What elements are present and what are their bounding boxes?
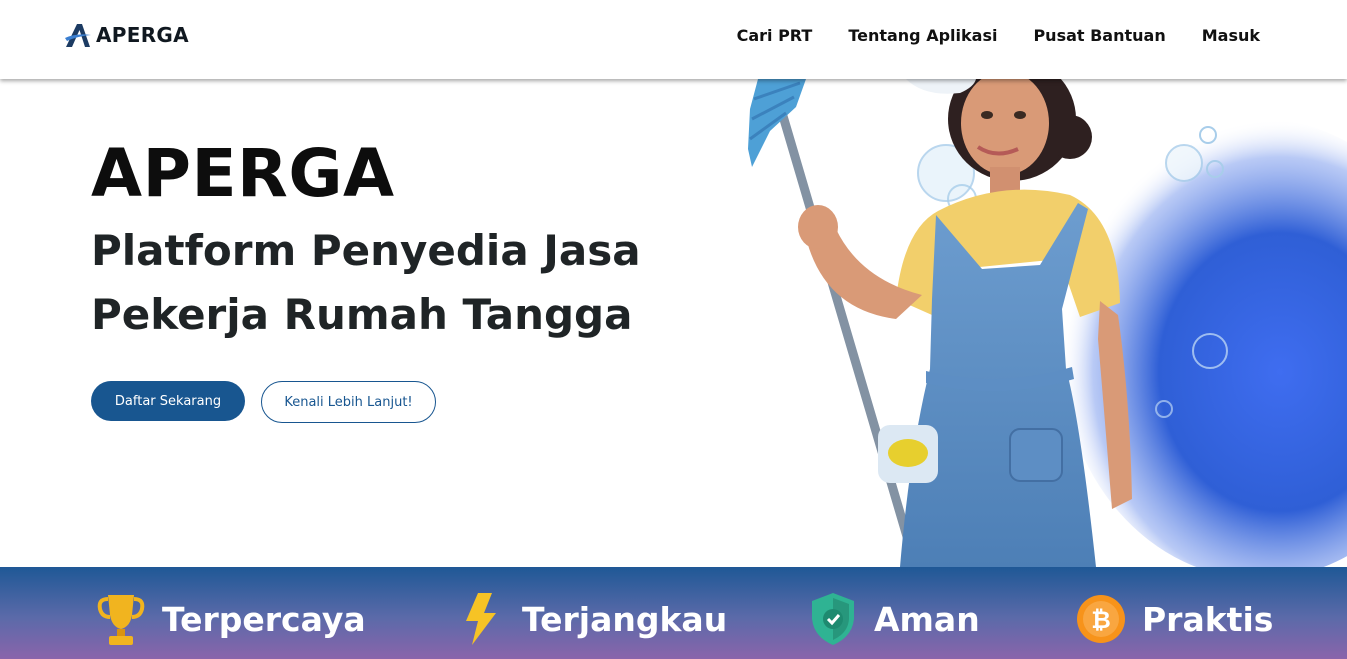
hero-subtitle-line-2: Pekerja Rumah Tangga — [91, 290, 633, 339]
feature-terpercaya: Terpercaya — [96, 591, 366, 647]
hero-subtitle: Platform Penyedia Jasa Pekerja Rumah Tan… — [91, 219, 711, 347]
feature-terjangkau: Terjangkau — [456, 591, 727, 647]
features-strip: Terpercaya Terjangkau Aman ₿ Praktis — [0, 567, 1347, 659]
feature-label-terpercaya: Terpercaya — [162, 599, 366, 639]
shield-check-icon — [812, 593, 854, 645]
hero-subtitle-line-1: Platform Penyedia Jasa — [91, 226, 641, 275]
hero-section: APERGA Platform Penyedia Jasa Pekerja Ru… — [0, 79, 1347, 567]
feature-label-aman: Aman — [874, 599, 980, 639]
nav-masuk[interactable]: Masuk — [1202, 26, 1260, 45]
trophy-icon — [97, 595, 145, 645]
svg-text:₿: ₿ — [1091, 606, 1111, 634]
nav-cari-prt[interactable]: Cari PRT — [737, 26, 813, 45]
brand-name: APERGA — [96, 23, 189, 47]
feature-label-praktis: Praktis — [1142, 599, 1274, 639]
navbar: APERGA Cari PRT Tentang Aplikasi Pusat B… — [0, 0, 1347, 79]
main-nav: Cari PRT Tentang Aplikasi Pusat Bantuan … — [737, 26, 1260, 45]
hero-title: APERGA — [91, 135, 395, 212]
nav-tentang-aplikasi[interactable]: Tentang Aplikasi — [848, 26, 997, 45]
bitcoin-coin-icon: ₿ — [1077, 595, 1125, 643]
feature-praktis: ₿ Praktis — [1076, 591, 1273, 647]
kenali-lebih-lanjut-button[interactable]: Kenali Lebih Lanjut! — [261, 381, 436, 423]
lightning-icon — [466, 593, 496, 645]
feature-label-terjangkau: Terjangkau — [522, 599, 728, 639]
daftar-sekarang-button[interactable]: Daftar Sekarang — [91, 381, 245, 421]
cleaning-lady-illustration — [748, 79, 1347, 567]
feature-aman: Aman — [808, 591, 980, 647]
aperga-logo-icon — [65, 24, 91, 47]
nav-pusat-bantuan[interactable]: Pusat Bantuan — [1033, 26, 1165, 45]
brand-logo[interactable]: APERGA — [64, 20, 189, 50]
